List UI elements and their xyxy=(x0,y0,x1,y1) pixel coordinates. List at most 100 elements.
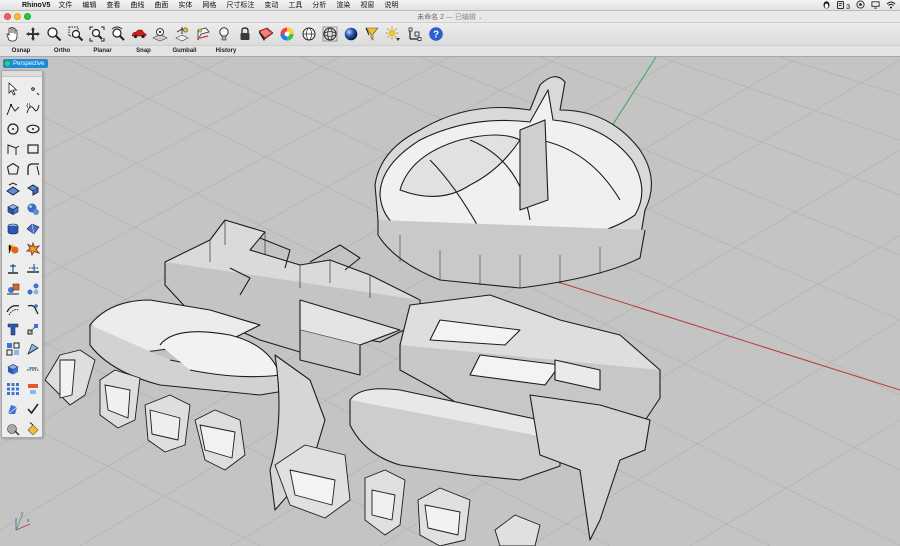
menu-file[interactable]: 文件 xyxy=(58,0,72,10)
scale-icon[interactable] xyxy=(23,339,43,359)
shade-icon[interactable] xyxy=(256,24,276,44)
svg-text:?: ? xyxy=(433,29,439,40)
car-icon[interactable] xyxy=(129,24,149,44)
menu-dimension[interactable]: 尺寸标注 xyxy=(226,0,254,10)
group-icon[interactable] xyxy=(3,279,23,299)
planar-toggle[interactable]: Planar xyxy=(82,48,123,54)
help-icon[interactable]: ? xyxy=(426,24,446,44)
menu-view[interactable]: 查看 xyxy=(106,0,120,10)
ellipse-icon[interactable] xyxy=(23,119,43,139)
perspective-viewport[interactable]: x y Perspective xyxy=(0,57,900,546)
menu-surface[interactable]: 曲面 xyxy=(154,0,168,10)
zoom-icon[interactable] xyxy=(44,24,64,44)
gumball-toggle[interactable]: Gumball xyxy=(164,48,205,54)
check-icon[interactable] xyxy=(23,399,43,419)
main-toolbar: ? xyxy=(0,23,900,45)
osnap-toggle[interactable]: Osnap xyxy=(0,48,42,54)
set-cplane-icon[interactable] xyxy=(193,24,213,44)
freeform-surface-icon[interactable] xyxy=(23,219,43,239)
qq-penguin-icon[interactable] xyxy=(822,0,831,11)
analyze-icon[interactable] xyxy=(3,399,23,419)
dimension-icon[interactable] xyxy=(23,319,43,339)
pan-hand-icon[interactable] xyxy=(2,24,22,44)
light-bulb-icon[interactable] xyxy=(214,24,234,44)
document-status: — 已编辑 xyxy=(443,14,476,21)
arc-icon[interactable] xyxy=(3,139,23,159)
render-sphere-icon[interactable] xyxy=(341,24,361,44)
array-icon[interactable] xyxy=(3,379,23,399)
ortho-toggle[interactable]: Ortho xyxy=(42,48,82,54)
circle-icon[interactable] xyxy=(3,119,23,139)
menu-tools[interactable]: 工具 xyxy=(288,0,302,10)
menu-edit[interactable]: 编辑 xyxy=(82,0,96,10)
menu-curve[interactable]: 曲线 xyxy=(130,0,144,10)
rhino-window: RhinoV5 文件 编辑 查看 曲线 曲面 实体 网格 尺寸标注 变动 工具 … xyxy=(0,0,900,546)
gumball-icon[interactable] xyxy=(405,24,425,44)
ghosted-sphere-icon[interactable] xyxy=(320,24,340,44)
photos-icon[interactable] xyxy=(856,0,865,11)
menu-transform[interactable]: 变动 xyxy=(264,0,278,10)
viewport-tab-perspective[interactable]: Perspective xyxy=(3,59,49,68)
explode-icon[interactable] xyxy=(23,239,43,259)
zoom-selected-icon[interactable] xyxy=(150,24,170,44)
block-icon[interactable] xyxy=(3,359,23,379)
menu-mesh[interactable]: 网格 xyxy=(202,0,216,10)
viewport-status-icon xyxy=(5,61,10,66)
snap-toggle[interactable]: Snap xyxy=(123,48,164,54)
cylinder-icon[interactable] xyxy=(3,219,23,239)
paint-bucket-icon[interactable] xyxy=(23,419,43,439)
mac-menu-bar: RhinoV5 文件 编辑 查看 曲线 曲面 实体 网格 尺寸标注 变动 工具 … xyxy=(0,0,900,11)
extrude-surface-icon[interactable] xyxy=(23,179,43,199)
surface-icon[interactable] xyxy=(3,179,23,199)
history-toggle[interactable]: History xyxy=(205,48,247,54)
align-icon[interactable] xyxy=(23,379,43,399)
modes-bar: Osnap Ortho Planar Snap Gumball History xyxy=(0,45,900,57)
text-icon[interactable] xyxy=(3,319,23,339)
menu-extras: 3 xyxy=(822,0,896,11)
polygon-icon[interactable] xyxy=(3,159,23,179)
viewport-label: Perspective xyxy=(13,60,45,67)
polyline-icon[interactable] xyxy=(3,99,23,119)
curve-icon[interactable] xyxy=(23,99,43,119)
window-title-bar: 未命名 2 — 已编辑 ⌄ xyxy=(0,11,900,23)
select-filter-icon[interactable] xyxy=(362,24,382,44)
wireframe-sphere-icon[interactable] xyxy=(299,24,319,44)
menu-render[interactable]: 渲染 xyxy=(336,0,350,10)
select-arrow-icon[interactable] xyxy=(3,79,23,99)
fillet-icon[interactable] xyxy=(23,299,43,319)
transform-icon[interactable] xyxy=(3,339,23,359)
menu-help[interactable]: 说明 xyxy=(384,0,398,10)
zoom-window-icon[interactable] xyxy=(66,24,86,44)
point-icon[interactable] xyxy=(23,79,43,99)
menu-window[interactable]: 视窗 xyxy=(360,0,374,10)
lock-icon[interactable] xyxy=(235,24,255,44)
sun-icon[interactable] xyxy=(383,24,403,44)
trim-icon[interactable] xyxy=(23,259,43,279)
layers-icon[interactable] xyxy=(172,24,192,44)
fillet-curve-icon[interactable] xyxy=(23,159,43,179)
menu-analyze[interactable]: 分析 xyxy=(312,0,326,10)
color-wheel-icon[interactable] xyxy=(277,24,297,44)
wifi-icon[interactable] xyxy=(886,1,896,11)
menu-solid[interactable]: 实体 xyxy=(178,0,192,10)
box-icon[interactable] xyxy=(3,199,23,219)
rotate-view-icon[interactable] xyxy=(108,24,128,44)
offset-icon[interactable] xyxy=(3,299,23,319)
model-scene[interactable]: x y xyxy=(0,57,900,546)
notification-badge[interactable]: 3 xyxy=(837,0,850,11)
move-arrows-icon[interactable] xyxy=(23,24,43,44)
badge-count: 3 xyxy=(846,3,850,11)
sphere-icon[interactable] xyxy=(23,199,43,219)
app-menu[interactable]: RhinoV5 xyxy=(22,2,50,9)
zoom-extents-icon[interactable] xyxy=(87,24,107,44)
rectangle-icon[interactable] xyxy=(23,139,43,159)
chevron-down-icon[interactable]: ⌄ xyxy=(478,15,483,21)
tool-palette xyxy=(1,70,43,438)
boolean-icon[interactable] xyxy=(3,239,23,259)
mirror-icon[interactable] xyxy=(23,359,43,379)
ungroup-icon[interactable] xyxy=(23,279,43,299)
display-icon[interactable] xyxy=(871,0,880,11)
split-icon[interactable] xyxy=(3,259,23,279)
render-icon[interactable] xyxy=(3,419,23,439)
document-name: 未命名 2 xyxy=(417,14,444,21)
